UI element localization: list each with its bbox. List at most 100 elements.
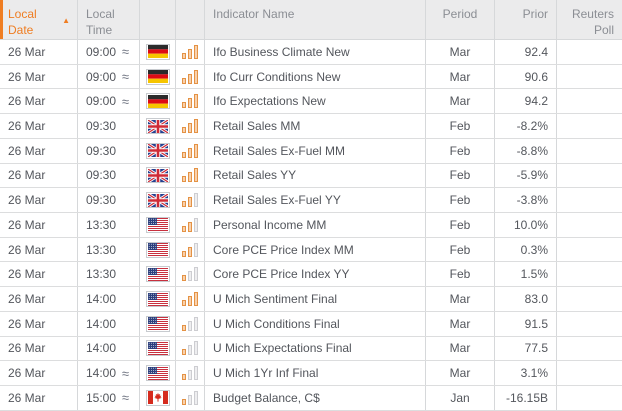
column-header-period[interactable]: Period: [426, 0, 495, 39]
local-time-cell: 13:30: [78, 238, 140, 262]
country-cell: [140, 337, 176, 361]
table-row[interactable]: 26 Mar 09:30 Retail Sales MM Feb -8.2%: [0, 114, 622, 139]
indicator-name-value: Ifo Business Climate New: [213, 45, 350, 59]
importance-bar-chart-icon: [182, 70, 198, 84]
reuters-poll-cell: [557, 287, 622, 311]
country-cell: [140, 40, 176, 64]
local-time-cell: 15:00≈: [78, 386, 140, 410]
indicator-name-cell: Retail Sales Ex-Fuel YY: [205, 188, 426, 212]
local-time-value: 09:30: [86, 193, 116, 207]
period-cell: Jan: [426, 386, 495, 410]
prior-cell: -3.8%: [495, 188, 557, 212]
local-date-cell: 26 Mar: [0, 139, 78, 163]
local-date-value: 26 Mar: [8, 267, 45, 281]
period-cell: Feb: [426, 114, 495, 138]
table-row[interactable]: 26 Mar 14:00 U Mich Sentiment Final Mar …: [0, 287, 622, 312]
reuters-poll-cell: [557, 361, 622, 385]
indicator-name-value: Core PCE Price Index MM: [213, 243, 354, 257]
period-cell: Feb: [426, 262, 495, 286]
column-header-local-time[interactable]: Local Time: [78, 0, 140, 39]
prior-value: -8.2%: [517, 119, 548, 133]
period-cell: Feb: [426, 238, 495, 262]
local-date-cell: 26 Mar: [0, 40, 78, 64]
table-row[interactable]: 26 Mar 13:30 Core PCE Price Index MM Feb…: [0, 238, 622, 263]
importance-cell: [176, 386, 205, 410]
approx-time-icon: ≈: [122, 94, 129, 109]
column-header-prior[interactable]: Prior: [495, 0, 557, 39]
local-time-cell: 14:00: [78, 312, 140, 336]
table-row[interactable]: 26 Mar 09:30 Retail Sales Ex-Fuel MM Feb…: [0, 139, 622, 164]
importance-bar-chart-icon: [182, 168, 198, 182]
country-cell: [140, 188, 176, 212]
local-date-value: 26 Mar: [8, 144, 45, 158]
column-header-local-date[interactable]: Local Date ▲: [0, 0, 78, 39]
table-row[interactable]: 26 Mar 09:30 Retail Sales YY Feb -5.9%: [0, 164, 622, 189]
period-cell: Mar: [426, 40, 495, 64]
importance-cell: [176, 213, 205, 237]
table-row[interactable]: 26 Mar 09:00≈ Ifo Business Climate New M…: [0, 40, 622, 65]
column-header-importance[interactable]: [176, 0, 205, 39]
us-flag-icon: [146, 316, 170, 332]
table-row[interactable]: 26 Mar 09:30 Retail Sales Ex-Fuel YY Feb…: [0, 188, 622, 213]
local-date-cell: 26 Mar: [0, 337, 78, 361]
country-cell: [140, 89, 176, 113]
indicator-name-cell: Retail Sales MM: [205, 114, 426, 138]
prior-cell: 3.1%: [495, 361, 557, 385]
local-date-cell: 26 Mar: [0, 213, 78, 237]
period-value: Feb: [450, 119, 471, 133]
reuters-poll-cell: [557, 262, 622, 286]
period-cell: Mar: [426, 65, 495, 89]
us-flag-icon: [146, 217, 170, 233]
period-cell: Feb: [426, 139, 495, 163]
country-cell: [140, 262, 176, 286]
indicator-name-value: Retail Sales YY: [213, 168, 296, 182]
column-header-reuters-poll[interactable]: Reuters Poll: [557, 0, 622, 39]
importance-cell: [176, 89, 205, 113]
reuters-poll-cell: [557, 40, 622, 64]
local-date-cell: 26 Mar: [0, 114, 78, 138]
table-row[interactable]: 26 Mar 09:00≈ Ifo Curr Conditions New Ma…: [0, 65, 622, 90]
period-cell: Feb: [426, 188, 495, 212]
column-header-country[interactable]: [140, 0, 176, 39]
indicator-name-value: U Mich Sentiment Final: [213, 292, 337, 306]
table-row[interactable]: 26 Mar 13:30 Personal Income MM Feb 10.0…: [0, 213, 622, 238]
table-row[interactable]: 26 Mar 09:00≈ Ifo Expectations New Mar 9…: [0, 89, 622, 114]
period-cell: Mar: [426, 337, 495, 361]
period-value: Feb: [450, 193, 471, 207]
local-time-cell: 09:00≈: [78, 40, 140, 64]
prior-cell: -5.9%: [495, 164, 557, 188]
local-time-value: 14:00: [86, 317, 116, 331]
prior-value: 91.5: [525, 317, 548, 331]
table-row[interactable]: 26 Mar 14:00 U Mich Expectations Final M…: [0, 337, 622, 362]
local-time-value: 09:00: [86, 45, 116, 59]
uk-flag-icon: [146, 192, 170, 208]
indicator-name-cell: Personal Income MM: [205, 213, 426, 237]
indicator-name-cell: U Mich Conditions Final: [205, 312, 426, 336]
period-cell: Feb: [426, 164, 495, 188]
table-row[interactable]: 26 Mar 14:00 U Mich Conditions Final Mar…: [0, 312, 622, 337]
indicator-name-cell: Retail Sales YY: [205, 164, 426, 188]
prior-cell: 0.3%: [495, 238, 557, 262]
table-row[interactable]: 26 Mar 15:00≈ Budget Balance, C$ Jan -16…: [0, 386, 622, 411]
column-header-indicator-name[interactable]: Indicator Name: [205, 0, 426, 39]
prior-value: 83.0: [525, 292, 548, 306]
indicator-name-cell: Core PCE Price Index YY: [205, 262, 426, 286]
prior-value: 92.4: [525, 45, 548, 59]
local-time-value: 09:30: [86, 119, 116, 133]
local-time-value: 13:30: [86, 218, 116, 232]
local-time-value: 09:00: [86, 94, 116, 108]
indicator-name-cell: Retail Sales Ex-Fuel MM: [205, 139, 426, 163]
us-flag-icon: [146, 242, 170, 258]
local-date-value: 26 Mar: [8, 391, 45, 405]
reuters-poll-cell: [557, 213, 622, 237]
local-time-cell: 09:30: [78, 114, 140, 138]
table-row[interactable]: 26 Mar 13:30 Core PCE Price Index YY Feb…: [0, 262, 622, 287]
prior-value: 77.5: [525, 341, 548, 355]
prior-cell: 1.5%: [495, 262, 557, 286]
country-cell: [140, 386, 176, 410]
indicator-name-value: Core PCE Price Index YY: [213, 267, 350, 281]
importance-cell: [176, 139, 205, 163]
period-cell: Mar: [426, 89, 495, 113]
table-row[interactable]: 26 Mar 14:00≈ U Mich 1Yr Inf Final Mar 3…: [0, 361, 622, 386]
importance-cell: [176, 312, 205, 336]
